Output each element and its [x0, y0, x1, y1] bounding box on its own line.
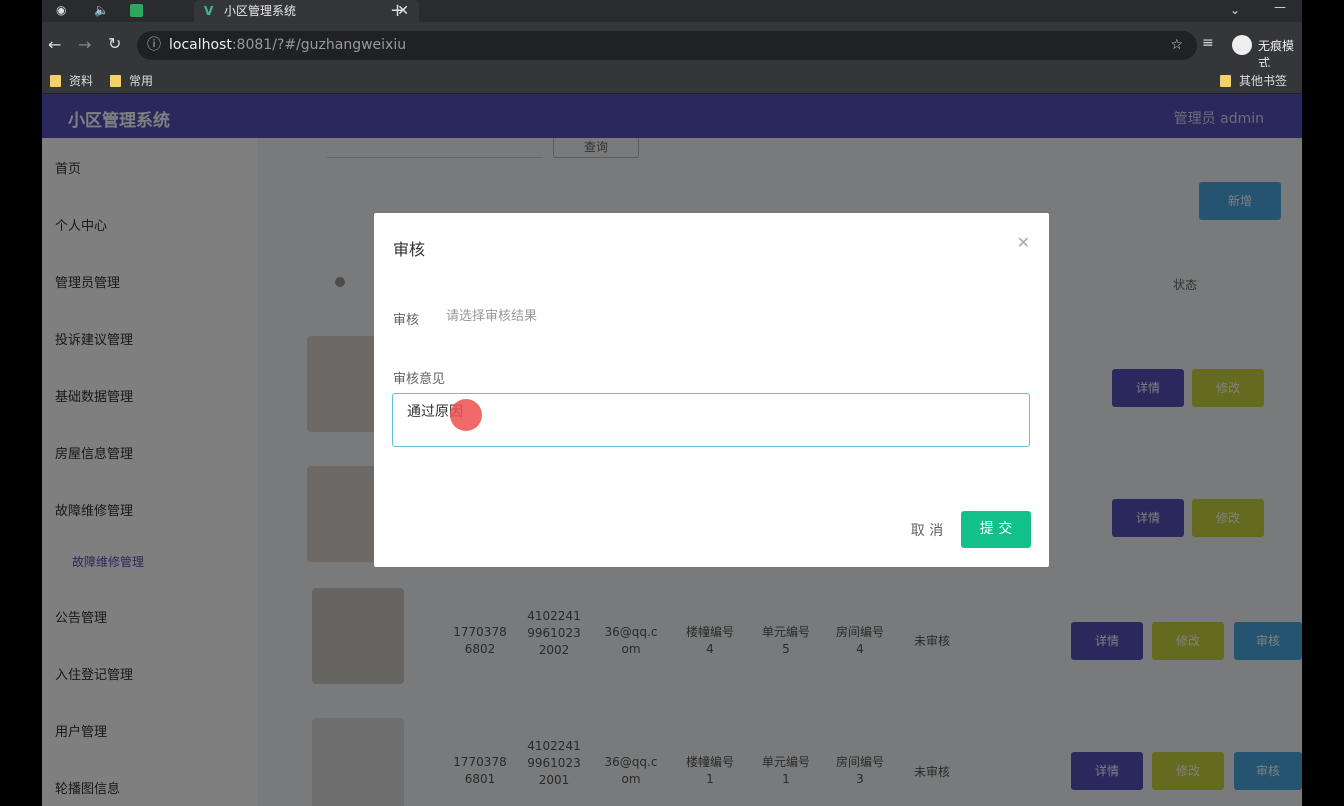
cursor-highlight	[450, 399, 482, 431]
reload-icon[interactable]: ↻	[108, 34, 121, 53]
speaker-icon[interactable]: 🔈	[94, 3, 109, 17]
other-bookmarks[interactable]: 其他书签	[1220, 72, 1287, 89]
star-icon[interactable]: ☆	[1170, 31, 1183, 60]
minimize-icon[interactable]: —	[1274, 0, 1286, 14]
dialog-title: 审核	[393, 240, 426, 259]
submit-button[interactable]: 提 交	[961, 511, 1031, 548]
incognito-icon[interactable]	[1232, 35, 1252, 55]
folder-icon	[110, 75, 121, 87]
browser-tab[interactable]: V 小区管理系统 ✕	[194, 0, 419, 22]
forward-icon[interactable]: →	[78, 35, 91, 54]
reading-list-icon[interactable]: ≡	[1202, 35, 1214, 51]
audit-dialog: 审核 ✕ 审核 请选择审核结果 审核意见 通过原因 取 消 提 交	[374, 213, 1049, 567]
globe-icon[interactable]: ◉	[56, 3, 66, 17]
info-icon: ⓘ	[147, 37, 161, 53]
audit-label: 审核	[393, 313, 420, 328]
url-path: :8081/?#/guzhangweixiu	[231, 37, 407, 53]
chevron-down-icon[interactable]: ⌄	[1230, 3, 1240, 17]
opinion-label: 审核意见	[393, 372, 446, 387]
cancel-button[interactable]: 取 消	[894, 513, 960, 549]
opinion-textarea[interactable]: 通过原因	[392, 393, 1030, 447]
incognito-label: 无痕模式	[1258, 39, 1295, 70]
close-icon[interactable]: ✕	[1017, 233, 1030, 252]
vue-icon: V	[204, 4, 214, 18]
folder-icon	[1220, 75, 1231, 87]
browser-toolbar: ← → ↻ ⓘ localhost:8081/?#/guzhangweixiu …	[42, 22, 1302, 70]
right-border	[1302, 0, 1344, 806]
url-host: localhost	[169, 37, 232, 53]
app-icon[interactable]	[130, 4, 143, 17]
new-tab-icon[interactable]: +	[390, 0, 405, 21]
folder-icon	[50, 75, 61, 87]
left-border	[0, 0, 42, 806]
audit-select[interactable]: 请选择审核结果	[432, 303, 652, 331]
bookmarks-bar: 资料 常用 其他书签	[42, 67, 1302, 94]
bookmark-folder-1[interactable]: 资料	[50, 72, 93, 89]
address-bar[interactable]: ⓘ localhost:8081/?#/guzhangweixiu ☆	[137, 31, 1197, 60]
browser-tab-bar: ◉ 🔈 V 小区管理系统 ✕ + ⌄ —	[42, 0, 1302, 22]
tab-title: 小区管理系统	[224, 4, 297, 18]
back-icon[interactable]: ←	[48, 35, 61, 54]
bookmark-folder-2[interactable]: 常用	[110, 72, 153, 89]
